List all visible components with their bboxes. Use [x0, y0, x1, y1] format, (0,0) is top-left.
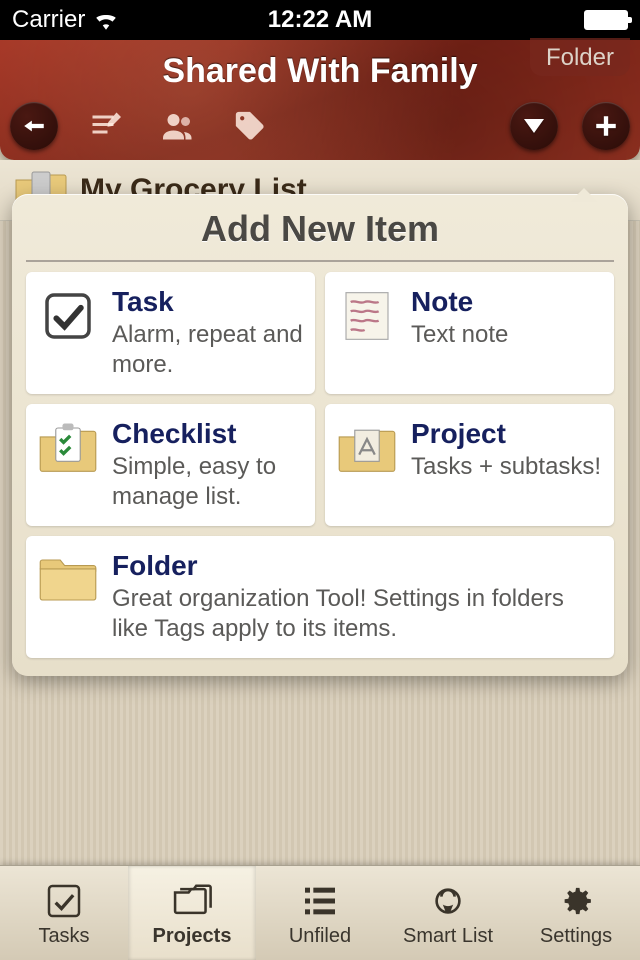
task-icon: [38, 286, 98, 346]
new-folder-button[interactable]: Folder Great organization Tool! Settings…: [26, 536, 614, 658]
folder-icon: [38, 550, 98, 610]
tab-projects[interactable]: Projects: [128, 866, 256, 960]
card-title: Folder: [112, 550, 602, 582]
unfiled-icon: [298, 879, 342, 923]
card-title: Project: [411, 418, 602, 450]
project-icon: [337, 418, 397, 478]
card-desc: Tasks + subtasks!: [411, 452, 602, 482]
card-desc: Simple, easy to manage list.: [112, 452, 303, 512]
chevron-down-icon: [524, 119, 544, 133]
tag-icon: [233, 109, 267, 143]
tab-label: Unfiled: [289, 925, 351, 948]
battery-icon: [584, 10, 628, 30]
tab-label: Smart List: [403, 925, 493, 948]
card-desc: Great organization Tool! Settings in fol…: [112, 584, 602, 644]
projects-icon: [170, 879, 214, 923]
card-title: Checklist: [112, 418, 303, 450]
back-button[interactable]: [10, 102, 58, 150]
checklist-icon: [38, 418, 98, 478]
wifi-icon: [93, 10, 119, 30]
note-icon: [337, 286, 397, 346]
tab-tasks[interactable]: Tasks: [0, 866, 128, 960]
status-bar: Carrier 12:22 AM: [0, 0, 640, 40]
carrier-label: Carrier: [12, 6, 85, 34]
tasks-icon: [42, 879, 86, 923]
smartlist-icon: [426, 879, 470, 923]
edit-button[interactable]: [82, 102, 130, 150]
page-title: Shared With Family: [0, 40, 640, 91]
toolbar: [10, 102, 630, 150]
new-task-button[interactable]: Task Alarm, repeat and more.: [26, 272, 315, 394]
header: Folder Shared With Family: [0, 40, 640, 160]
tab-bar: Tasks Projects Unfiled Smart List Settin…: [0, 865, 640, 960]
tab-unfiled[interactable]: Unfiled: [256, 866, 384, 960]
card-title: Task: [112, 286, 303, 318]
add-item-popover: Add New Item Task Alarm, repeat and more…: [12, 194, 628, 676]
card-desc: Text note: [411, 320, 602, 350]
back-arrow-icon: [21, 113, 47, 139]
new-project-button[interactable]: Project Tasks + subtasks!: [325, 404, 614, 526]
divider: [26, 260, 614, 262]
plus-icon: [593, 113, 619, 139]
tab-label: Settings: [540, 925, 612, 948]
tab-settings[interactable]: Settings: [512, 866, 640, 960]
clock-label: 12:22 AM: [268, 6, 372, 34]
settings-icon: [554, 879, 598, 923]
edit-list-icon: [88, 108, 124, 144]
add-button[interactable]: [582, 102, 630, 150]
new-note-button[interactable]: Note Text note: [325, 272, 614, 394]
share-button[interactable]: [154, 102, 202, 150]
new-checklist-button[interactable]: Checklist Simple, easy to manage list.: [26, 404, 315, 526]
tab-label: Tasks: [38, 925, 89, 948]
dropdown-button[interactable]: [510, 102, 558, 150]
people-icon: [160, 108, 196, 144]
card-desc: Alarm, repeat and more.: [112, 320, 303, 380]
tab-label: Projects: [153, 925, 232, 948]
tab-smartlist[interactable]: Smart List: [384, 866, 512, 960]
card-title: Note: [411, 286, 602, 318]
tag-button[interactable]: [226, 102, 274, 150]
popover-title: Add New Item: [26, 208, 614, 250]
